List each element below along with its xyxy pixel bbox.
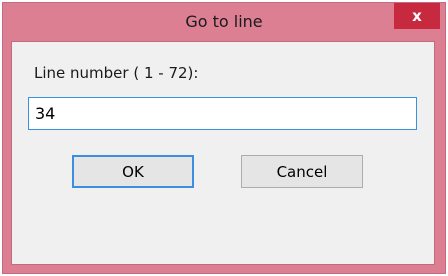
ok-button[interactable]: OK bbox=[72, 155, 194, 188]
line-number-input[interactable] bbox=[28, 97, 417, 130]
go-to-line-dialog: Go to line x Line number ( 1 - 72): OK C… bbox=[2, 2, 446, 274]
dialog-title: Go to line bbox=[185, 12, 263, 31]
cancel-button[interactable]: Cancel bbox=[241, 155, 363, 188]
line-number-label: Line number ( 1 - 72): bbox=[34, 64, 199, 82]
close-button[interactable]: x bbox=[394, 3, 440, 29]
dialog-body: Line number ( 1 - 72): OK Cancel bbox=[11, 41, 435, 265]
close-icon: x bbox=[412, 7, 422, 25]
title-bar[interactable]: Go to line x bbox=[3, 3, 445, 41]
